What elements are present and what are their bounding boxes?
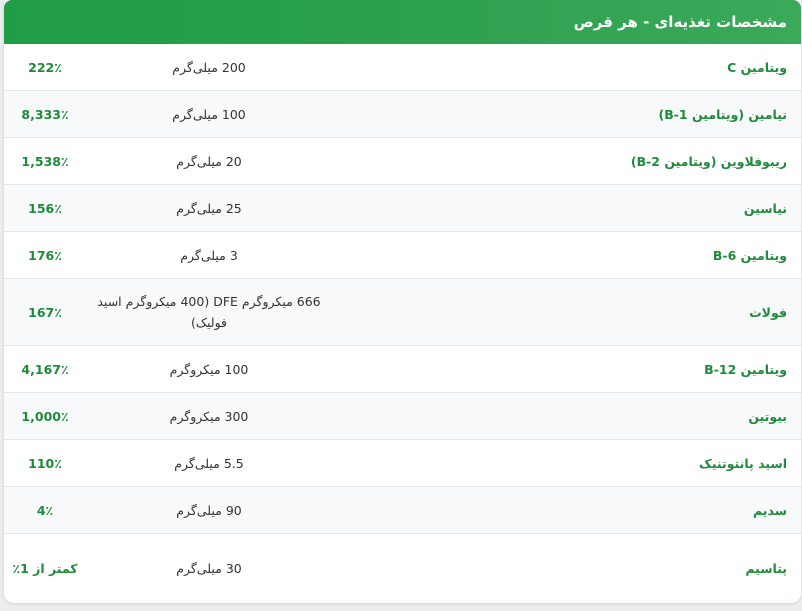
table-row: اسید پانتوتنیک 5.5 میلی‌گرم 110٪ <box>4 440 801 487</box>
nutrient-name: ریبوفلاوین (ویتامین B-2) <box>630 153 787 169</box>
nutrient-daily-value: 1,000٪ <box>21 408 69 424</box>
nutrient-name: نیاسین <box>743 200 787 216</box>
nutrient-daily-value: کمتر از 1٪ <box>12 560 78 576</box>
table-row: تیامین (ویتامین B-1) 100 میلی‌گرم 8,333٪ <box>4 91 801 138</box>
nutrient-daily-value: 167٪ <box>28 304 62 320</box>
nutrient-amount: 25 میلی‌گرم <box>176 200 242 216</box>
nutrient-name: بیوتین <box>748 408 787 424</box>
nutrition-header: مشخصات تغذیه‌ای - هر قرص <box>4 0 801 44</box>
table-row: ویتامین B-12 100 میکروگرم 4,167٪ <box>4 346 801 393</box>
nutrition-title: مشخصات تغذیه‌ای - هر قرص <box>573 13 787 31</box>
nutrient-amount: 20 میلی‌گرم <box>176 153 242 169</box>
table-row: سدیم 90 میلی‌گرم 4٪ <box>4 487 801 534</box>
nutrient-amount: 5.5 میلی‌گرم <box>174 455 244 471</box>
nutrient-daily-value: 176٪ <box>28 247 62 263</box>
nutrient-name: فولات <box>749 304 787 320</box>
nutrient-amount: 3 میلی‌گرم <box>180 247 238 263</box>
table-row: ویتامین B-6 3 میلی‌گرم 176٪ <box>4 232 801 279</box>
nutrient-name: ویتامین C <box>727 59 787 75</box>
nutrient-daily-value: 156٪ <box>28 200 62 216</box>
nutrition-card: مشخصات تغذیه‌ای - هر قرص ویتامین C 200 م… <box>4 0 801 603</box>
nutrient-name: اسید پانتوتنیک <box>699 455 787 471</box>
nutrient-amount: 300 میکروگرم <box>169 408 249 424</box>
table-row: نیاسین 25 میلی‌گرم 156٪ <box>4 185 801 232</box>
nutrient-amount: 90 میلی‌گرم <box>176 502 242 518</box>
table-row: بیوتین 300 میکروگرم 1,000٪ <box>4 393 801 440</box>
table-row: فولات 666 میکروگرم DFE (400 میکروگرم اسی… <box>4 279 801 346</box>
nutrient-name: ویتامین B-6 <box>712 247 787 263</box>
table-row: ریبوفلاوین (ویتامین B-2) 20 میلی‌گرم 1,5… <box>4 138 801 185</box>
nutrient-name: پتاسیم <box>745 560 787 576</box>
table-row: پتاسیم 30 میلی‌گرم کمتر از 1٪ <box>4 534 801 602</box>
nutrient-amount: 100 میکروگرم <box>169 361 249 377</box>
nutrient-daily-value: 222٪ <box>28 59 62 75</box>
nutrient-amount: 100 میلی‌گرم <box>172 106 246 122</box>
nutrient-daily-value: 110٪ <box>28 455 62 471</box>
nutrient-daily-value: 8,333٪ <box>21 106 69 122</box>
nutrition-table: ویتامین C 200 میلی‌گرم 222٪ تیامین (ویتا… <box>4 44 801 602</box>
nutrient-name: تیامین (ویتامین B-1) <box>658 106 788 122</box>
nutrient-name: سدیم <box>752 502 787 518</box>
table-row: ویتامین C 200 میلی‌گرم 222٪ <box>4 44 801 91</box>
nutrient-daily-value: 4٪ <box>36 502 54 518</box>
nutrient-amount: 666 میکروگرم DFE (400 میکروگرم اسید فولی… <box>97 294 321 330</box>
nutrient-amount: 200 میلی‌گرم <box>172 59 246 75</box>
nutrient-daily-value: 1,538٪ <box>21 153 69 169</box>
nutrient-daily-value: 4,167٪ <box>21 361 69 377</box>
nutrient-name: ویتامین B-12 <box>704 361 787 377</box>
nutrient-amount: 30 میلی‌گرم <box>176 560 242 576</box>
